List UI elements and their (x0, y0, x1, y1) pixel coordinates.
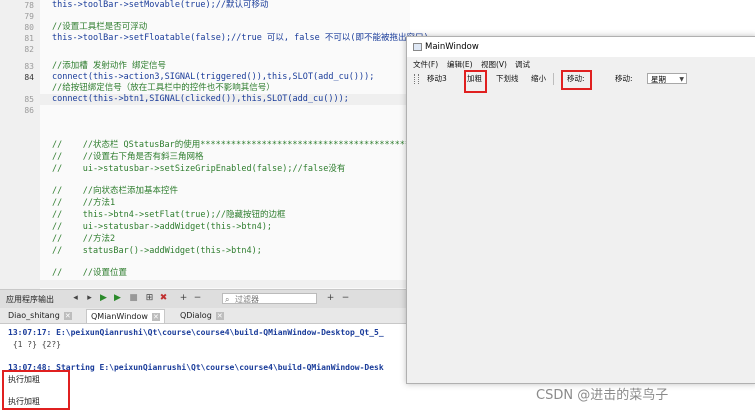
csdn-watermark: CSDN @进击的菜鸟子 (536, 388, 669, 403)
line-number: 84 (24, 73, 34, 82)
line-number: 82 (24, 45, 34, 54)
line-number: 81 (24, 34, 34, 43)
line-number: 79 (24, 12, 34, 21)
action-move3[interactable]: 移动3 (427, 71, 447, 87)
window-title-bar[interactable]: MainWindow (407, 37, 755, 57)
clear-icon[interactable]: ✖ (158, 293, 169, 304)
toolbar-separator (553, 73, 554, 85)
highlight-box-bold (464, 70, 487, 93)
weekday-combo[interactable]: 星期 ▼ (647, 73, 687, 84)
zoom-in-icon[interactable]: + (178, 293, 189, 304)
action-move-b[interactable]: 移动: (615, 71, 633, 87)
code-line: this->toolBar->setMovable(true);//默认可移动 (52, 0, 269, 10)
output-pane-label: 应用程序输出 (6, 295, 54, 304)
minimize-pane-icon[interactable]: − (340, 293, 351, 304)
line-number: 78 (24, 1, 34, 10)
attach-icon[interactable]: ⊞ (144, 293, 155, 304)
close-icon[interactable]: ✕ (63, 311, 72, 320)
highlight-box-move (561, 70, 592, 90)
code-line: // ui->statusbar->addWidget(this->btn4); (52, 222, 273, 232)
code-line: // //向状态栏添加基本控件 (52, 186, 178, 196)
line-number: 80 (24, 23, 34, 32)
tab-qdialog[interactable]: QDialog ✕ (176, 309, 228, 322)
search-icon: ⌕ (225, 295, 230, 304)
stop-icon[interactable]: ■ (128, 293, 139, 304)
underline-button[interactable]: 下划线 (496, 71, 519, 87)
line-number: 85 (24, 95, 34, 104)
menu-file[interactable]: 文件(F) (413, 58, 438, 71)
code-line: // //设置右下角是否有斜三角网格 (52, 152, 204, 162)
editor-scrollbar[interactable] (0, 280, 410, 288)
shrink-button[interactable]: 缩小 (531, 71, 546, 87)
close-icon[interactable]: ✕ (151, 312, 160, 321)
output-line: {1 ?} {2?} (8, 340, 61, 349)
line-number: 83 (24, 62, 34, 71)
code-line: //给按钮绑定信号（放在工具栏中的控件也不影响其信号） (52, 83, 275, 93)
output-pane-toolbar: 应用程序输出 ◂ ▸ ▶ ▶ ■ ⊞ ✖ + − ⌕ 过滤器 + − (0, 289, 410, 309)
toolbar-handle[interactable] (414, 74, 419, 84)
highlight-box-output (2, 370, 70, 410)
code-line: //添加槽 发射动作 绑定信号 (52, 61, 166, 71)
tab-diao-shitang[interactable]: Diao_shitang ✕ (4, 309, 76, 322)
previous-icon[interactable]: ◂ (70, 293, 81, 304)
run-icon[interactable]: ▶ (98, 293, 109, 304)
main-window[interactable]: MainWindow 文件(F) 编辑(E) 视图(V) 调试 移动3 加粗 下… (406, 36, 755, 384)
tab-label: Diao_shitang (8, 311, 60, 320)
output-filter-input[interactable]: ⌕ 过滤器 (222, 293, 317, 304)
code-line: connect(this->action3,SIGNAL(triggered()… (52, 72, 375, 82)
line-number-gutter: 78 79 80 81 82 83 84 85 86 (0, 0, 40, 290)
chevron-down-icon: ▼ (679, 76, 684, 83)
window-icon (413, 43, 422, 51)
code-line: connect(this->btn1,SIGNAL(clicked()),thi… (52, 94, 349, 104)
code-line: this->toolBar->setFloatable(false);//tru… (52, 33, 429, 43)
tab-label: QDialog (180, 311, 212, 320)
code-line: // this->btn4->setFlat(true);//隐藏按钮的边框 (52, 210, 286, 220)
next-icon[interactable]: ▸ (84, 293, 95, 304)
zoom-out-icon[interactable]: − (192, 293, 203, 304)
code-line: // //方法1 (52, 198, 116, 208)
code-editor[interactable]: 78 79 80 81 82 83 84 85 86 this->toolBar->setMov… (0, 0, 429, 290)
output-filter-placeholder: 过滤器 (235, 295, 259, 304)
menu-debug[interactable]: 调试 (515, 58, 530, 71)
add-icon[interactable]: + (325, 293, 336, 304)
code-line: // ui->statusbar->setSizeGripEnabled(fal… (52, 164, 346, 174)
line-number: 86 (24, 106, 34, 115)
code-line: // //状态栏 QStatusBar的使用******************… (52, 140, 411, 150)
window-title: MainWindow (425, 42, 479, 52)
output-tab-bar: Diao_shitang ✕ QMianWindow ✕ QDialog ✕ (0, 308, 410, 324)
close-icon[interactable]: ✕ (215, 311, 224, 320)
tab-qmianwindow[interactable]: QMianWindow ✕ (86, 309, 165, 323)
tab-label: QMianWindow (91, 312, 148, 321)
code-line: // //方法2 (52, 234, 116, 244)
code-line: //设置工具栏是否可浮动 (52, 22, 148, 32)
code-line: // //设置位置 (52, 268, 127, 278)
code-line: // statusBar()->addWidget(this->btn4); (52, 246, 262, 256)
debug-run-icon[interactable]: ▶ (112, 293, 123, 304)
output-line: 13:07:17: E:\peixunQianrushi\Qt\course\c… (8, 328, 384, 337)
combo-value: 星期 (651, 75, 666, 84)
